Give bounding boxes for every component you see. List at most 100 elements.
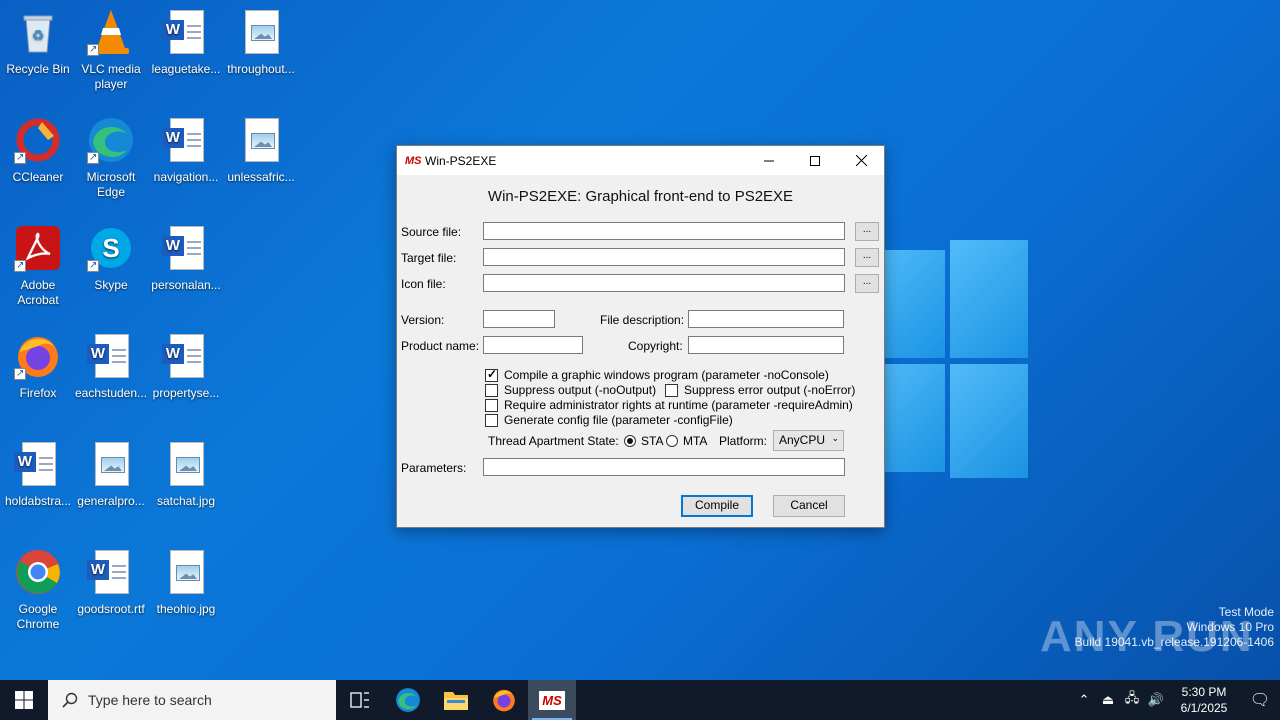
desktop-icon-google-chrome[interactable]: Google Chrome	[0, 548, 76, 632]
taskbar-file-explorer-button[interactable]	[432, 680, 480, 720]
desktop-icon-firefox[interactable]: Firefox	[0, 332, 76, 401]
dialog-heading: Win-PS2EXE: Graphical front-end to PS2EX…	[487, 188, 794, 205]
mta-radio[interactable]: MTA	[666, 434, 707, 448]
desktop-icon-personalan[interactable]: W personalan...	[148, 224, 224, 293]
compile-button[interactable]: Compile	[681, 495, 753, 517]
noerror-checkbox[interactable]: Suppress error output (-noError)	[665, 383, 855, 397]
desktop-icon-theohio[interactable]: theohio.jpg	[148, 548, 224, 617]
desktop-icon-goodsroot[interactable]: W goodsroot.rtf	[73, 548, 149, 617]
desktop-icon-label: holdabstra...	[4, 494, 72, 508]
desktop-icon-throughout[interactable]: throughout...	[223, 8, 299, 77]
maximize-button[interactable]	[792, 146, 838, 175]
desktop-icon-label: navigation...	[153, 170, 219, 184]
desktop-icon-ccleaner[interactable]: CCleaner	[0, 116, 76, 185]
cancel-button[interactable]: Cancel	[773, 495, 845, 517]
desktop-icon-eachstuden[interactable]: W eachstuden...	[73, 332, 149, 401]
desktop-icon-skype[interactable]: S Skype	[73, 224, 149, 293]
parameters-input[interactable]	[483, 458, 845, 476]
sta-label: STA	[641, 434, 664, 448]
desktop-icon-vlc[interactable]: VLC media player	[73, 8, 149, 92]
recycle-bin-icon: ♻	[14, 8, 62, 56]
window-title: Win-PS2EXE	[425, 153, 497, 168]
version-input[interactable]	[483, 310, 555, 328]
version-label: Version:	[401, 313, 445, 327]
radio-dot[interactable]	[624, 435, 636, 447]
image-file-icon	[162, 440, 210, 488]
maximize-icon	[810, 155, 820, 166]
close-icon	[855, 155, 867, 166]
desktop-icon-adobe-acrobat[interactable]: Adobe Acrobat	[0, 224, 76, 308]
thread-apartment-label: Thread Apartment State:	[488, 434, 619, 448]
source-file-label: Source file:	[401, 225, 462, 239]
platform-select[interactable]: AnyCPU ⌄	[773, 430, 844, 451]
taskbar-edge-button[interactable]	[384, 680, 432, 720]
ccleaner-icon	[14, 116, 62, 165]
checkbox-box[interactable]	[485, 413, 498, 427]
source-file-browse-button[interactable]: ...	[855, 222, 879, 241]
noconsole-label: Compile a graphic windows program (param…	[504, 368, 829, 382]
icon-file-label: Icon file:	[401, 277, 446, 291]
file-description-input[interactable]	[688, 310, 844, 328]
taskbar-firefox-button[interactable]	[480, 680, 528, 720]
desktop-icon-satchat[interactable]: satchat.jpg	[148, 440, 224, 509]
taskbar-win-ps2exe-button[interactable]: MS	[528, 680, 576, 720]
nooutput-checkbox[interactable]: Suppress output (-noOutput)	[485, 383, 656, 397]
minimize-button[interactable]	[746, 146, 792, 175]
word-document-icon: W	[162, 116, 210, 164]
window-titlebar[interactable]: MS Win-PS2EXE	[397, 146, 884, 175]
firefox-icon	[493, 689, 515, 712]
folder-icon	[444, 692, 468, 710]
copyright-input[interactable]	[688, 336, 844, 354]
desktop-icon-unlessafric[interactable]: unlessafric...	[223, 116, 299, 185]
win-ps2exe-window: MS Win-PS2EXE Win-PS2EXE: Graphical fron…	[396, 145, 885, 528]
source-file-input[interactable]	[483, 222, 845, 240]
desktop-icon-propertyse[interactable]: W propertyse...	[148, 332, 224, 401]
taskbar-clock[interactable]: 5:30 PM 6/1/2025	[1168, 684, 1240, 716]
desktop-icon-recycle-bin[interactable]: ♻ Recycle Bin	[0, 8, 76, 77]
desktop-icon-label: goodsroot.rtf	[77, 602, 145, 616]
taskbar-search-box[interactable]: Type here to search	[48, 680, 336, 720]
desktop-icon-microsoft-edge[interactable]: Microsoft Edge	[73, 116, 149, 200]
target-file-input[interactable]	[483, 248, 845, 266]
desktop-icon-label: throughout...	[227, 62, 295, 76]
mta-label: MTA	[683, 434, 708, 448]
icon-file-browse-button[interactable]: ...	[855, 274, 879, 293]
desktop-icon-holdabstra[interactable]: W holdabstra...	[0, 440, 76, 509]
sta-radio[interactable]: STA	[624, 434, 663, 448]
target-file-browse-button[interactable]: ...	[855, 248, 879, 267]
file-description-label: File description:	[600, 313, 685, 327]
checkbox-box[interactable]	[485, 383, 498, 397]
start-button[interactable]	[0, 680, 48, 720]
volume-icon[interactable]: 🔊	[1144, 692, 1168, 708]
word-document-icon: W	[162, 224, 210, 272]
desktop-icon-label: Recycle Bin	[6, 62, 70, 76]
copyright-label: Copyright:	[628, 339, 683, 353]
chevron-up-icon[interactable]: ⌃	[1072, 692, 1096, 708]
desktop-icon-generalpro[interactable]: generalpro...	[73, 440, 149, 509]
usb-device-icon[interactable]: ⏏	[1096, 692, 1120, 708]
requireadmin-checkbox[interactable]: Require administrator rights at runtime …	[485, 398, 853, 412]
desktop-icon-label: Firefox	[19, 386, 57, 400]
close-button[interactable]	[838, 146, 884, 175]
desktop-icon-label: CCleaner	[12, 170, 64, 184]
product-name-input[interactable]	[483, 336, 583, 354]
image-file-icon	[162, 548, 210, 596]
network-icon[interactable]: 🖧	[1120, 689, 1144, 711]
desktop-icon-label: theohio.jpg	[156, 602, 216, 616]
adobe-acrobat-icon	[14, 224, 62, 273]
configfile-checkbox[interactable]: Generate config file (parameter -configF…	[485, 413, 733, 427]
icon-file-input[interactable]	[483, 274, 845, 292]
desktop-icon-label: Microsoft Edge	[86, 170, 136, 199]
desktop-icon-leaguetake[interactable]: W leaguetake...	[148, 8, 224, 77]
vlc-cone-icon	[87, 8, 135, 57]
noconsole-checkbox[interactable]: Compile a graphic windows program (param…	[485, 367, 829, 382]
svg-text:♻: ♻	[32, 27, 45, 43]
task-view-button[interactable]	[336, 680, 384, 720]
checkbox-box[interactable]	[485, 398, 498, 412]
radio-dot[interactable]	[666, 435, 678, 447]
checkbox-box[interactable]	[665, 383, 678, 397]
desktop-icon-navigation[interactable]: W navigation...	[148, 116, 224, 185]
notification-center-icon[interactable]: 🗨	[1240, 690, 1280, 710]
checkbox-box[interactable]	[485, 367, 498, 382]
ps2exe-app-icon: MS	[539, 690, 565, 710]
